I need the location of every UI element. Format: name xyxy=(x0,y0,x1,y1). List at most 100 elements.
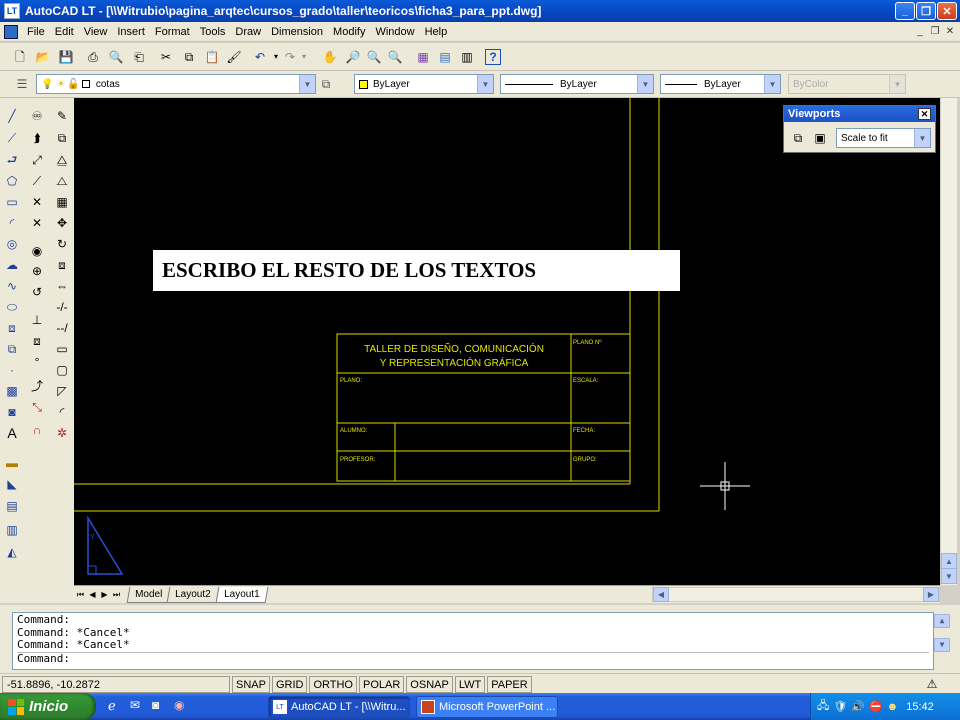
help-icon[interactable]: ? xyxy=(485,49,501,65)
viewport-scale-combo[interactable]: Scale to fit ▼ xyxy=(836,128,931,148)
arc-icon[interactable]: ◜ xyxy=(4,215,20,231)
trim-icon[interactable]: ⊥ xyxy=(29,312,45,328)
ellipse-icon[interactable]: ⬭ xyxy=(4,299,20,315)
linetype-combo[interactable]: ByLayer ▼ xyxy=(500,74,654,94)
volume-icon[interactable]: 🔊 xyxy=(851,700,865,713)
undo-icon[interactable]: ↶ xyxy=(252,49,268,65)
region-icon[interactable]: ◙ xyxy=(4,404,20,420)
break-icon[interactable]: ° xyxy=(29,354,45,370)
pan-icon[interactable]: ✋ xyxy=(322,49,338,65)
network-icon[interactable]: 🖧 xyxy=(817,697,829,716)
menu-help[interactable]: Help xyxy=(420,26,453,38)
save-icon[interactable]: 💾 xyxy=(58,49,74,65)
chevron-down-icon[interactable]: ▼ xyxy=(299,75,315,93)
layer-combo[interactable]: 💡 ☀ 🔓 cotas ▼ xyxy=(36,74,316,94)
color-combo[interactable]: ByLayer ▼ xyxy=(354,74,494,94)
tab-layout1[interactable]: Layout1 xyxy=(215,586,268,603)
dim-linear-icon[interactable]: ▬ xyxy=(4,455,20,471)
tool-palettes-icon[interactable]: ▥ xyxy=(459,49,475,65)
start-button[interactable]: Inicio xyxy=(0,693,96,720)
minimize-button[interactable]: _ xyxy=(895,2,915,20)
menu-insert[interactable]: Insert xyxy=(112,26,150,38)
chevron-down-icon[interactable]: ▼ xyxy=(764,75,780,93)
chevron-down-icon[interactable]: ▼ xyxy=(637,75,653,93)
scroll-down-icon[interactable]: ▼ xyxy=(941,568,957,584)
array2-icon[interactable]: ▦ xyxy=(54,194,70,210)
dim-icon[interactable]: ▤ xyxy=(4,498,20,514)
taskbar-powerpoint[interactable]: Microsoft PowerPoint ... xyxy=(416,696,558,718)
break2-icon[interactable]: ▭ xyxy=(54,341,70,357)
offset2-icon[interactable]: ⧍ xyxy=(54,173,70,189)
scale-icon[interactable]: ⊕ xyxy=(29,263,45,279)
scroll-right-icon[interactable]: ▶ xyxy=(923,587,939,602)
app-quicklaunch-icon[interactable]: ◉ xyxy=(174,698,190,714)
media-quicklaunch-icon[interactable]: ◙ xyxy=(152,698,168,714)
taskbar-autocad[interactable]: LT AutoCAD LT - [\\Witru... xyxy=(268,696,410,718)
scale2-icon[interactable]: ⧈ xyxy=(54,257,70,273)
menu-dimension[interactable]: Dimension xyxy=(266,26,328,38)
mirror-icon[interactable]: ⤢ xyxy=(29,152,45,168)
doc-minimize-button[interactable]: _ xyxy=(912,24,928,39)
rectangle-icon[interactable]: ▭ xyxy=(4,194,20,210)
close-icon[interactable]: ✕ xyxy=(918,108,931,120)
menu-window[interactable]: Window xyxy=(370,26,419,38)
stretch-icon[interactable]: ↺ xyxy=(29,284,45,300)
zoom-window-icon[interactable]: 🔍 xyxy=(366,49,382,65)
copy-icon[interactable]: ⧉ xyxy=(181,49,197,65)
pencil-icon[interactable]: ✎ xyxy=(54,108,70,124)
plot-preview-icon[interactable]: 🔍 xyxy=(108,49,124,65)
layer-manager-icon[interactable]: ☰ xyxy=(14,76,30,92)
drawing-canvas[interactable]: TALLER DE DISEÑO, COMUNICACIÓN Y REPRESE… xyxy=(74,98,940,585)
text-icon[interactable]: A xyxy=(4,425,20,441)
point-icon[interactable]: · xyxy=(4,362,20,378)
menu-edit[interactable]: Edit xyxy=(50,26,79,38)
messenger-icon[interactable]: ☻ xyxy=(887,701,899,713)
menu-format[interactable]: Format xyxy=(150,26,195,38)
copy-object-icon[interactable]: ⮭ xyxy=(29,130,45,146)
coordinates-readout[interactable]: -51.8896, -10.2872 xyxy=(2,676,230,693)
menu-draw[interactable]: Draw xyxy=(230,26,266,38)
cut-icon[interactable]: ✂ xyxy=(158,49,174,65)
menu-modify[interactable]: Modify xyxy=(328,26,370,38)
properties-icon[interactable]: ▦ xyxy=(415,49,431,65)
scroll-up-icon[interactable]: ▲ xyxy=(941,553,957,569)
prev-tab-icon[interactable]: ◀ xyxy=(87,588,98,602)
rotate2-icon[interactable]: ↻ xyxy=(54,236,70,252)
trim2-icon[interactable]: -/- xyxy=(54,299,70,315)
copy2-icon[interactable]: ⧉ xyxy=(54,130,70,146)
snap-toggle[interactable]: SNAP xyxy=(232,676,270,693)
horizontal-scrollbar[interactable]: ◀ ▶ xyxy=(652,587,940,602)
single-viewport-icon[interactable]: ▣ xyxy=(812,130,828,146)
stretch2-icon[interactable]: ⇔ xyxy=(54,278,70,294)
zoom-previous-icon[interactable]: 🔍 xyxy=(387,49,403,65)
doc-restore-button[interactable]: ❐ xyxy=(927,24,943,39)
circle-icon[interactable]: ◎ xyxy=(4,236,20,252)
tab-layout2[interactable]: Layout2 xyxy=(166,586,220,603)
insert-block-icon[interactable]: ⧈ xyxy=(4,320,20,336)
chevron-down-icon[interactable]: ▼ xyxy=(477,75,493,93)
tab-model[interactable]: Model xyxy=(126,586,171,603)
chamfer-icon[interactable]: ⤴ xyxy=(29,378,45,394)
ortho-toggle[interactable]: ORTHO xyxy=(309,676,357,693)
communication-center-icon[interactable]: ⚠ xyxy=(924,676,940,692)
designcenter-icon[interactable]: ▤ xyxy=(437,49,453,65)
command-window[interactable]: Command: Command: *Cancel* Command: *Can… xyxy=(12,612,950,670)
close-button[interactable]: ✕ xyxy=(937,2,957,20)
menu-file[interactable]: File xyxy=(22,26,50,38)
command-scroll-down-icon[interactable]: ▼ xyxy=(934,638,950,652)
autocad-app-icon[interactable]: LT xyxy=(4,3,20,19)
dim-aligned-icon[interactable]: ◣ xyxy=(4,476,20,492)
clock[interactable]: 15:42 xyxy=(906,701,934,713)
polar-toggle[interactable]: POLAR xyxy=(359,676,405,693)
redo-dropdown-icon[interactable]: ▾ xyxy=(296,49,312,65)
last-tab-icon[interactable]: ⏭ xyxy=(111,588,122,602)
make-block-icon[interactable]: ⧉ xyxy=(4,341,20,357)
grid-toggle[interactable]: GRID xyxy=(271,676,308,693)
ie-quicklaunch-icon[interactable]: ℯ xyxy=(108,698,124,714)
security-icon[interactable]: 🛡 xyxy=(833,700,847,713)
fillet-icon[interactable]: ⤡ xyxy=(29,399,45,415)
drawing-vertical-scrollbar[interactable]: ▲ ▼ xyxy=(940,98,957,585)
array-icon[interactable]: ✕ xyxy=(29,194,45,210)
match-properties-icon[interactable]: 🖌 xyxy=(226,49,242,65)
explode-icon[interactable]: ∩ xyxy=(29,422,45,438)
